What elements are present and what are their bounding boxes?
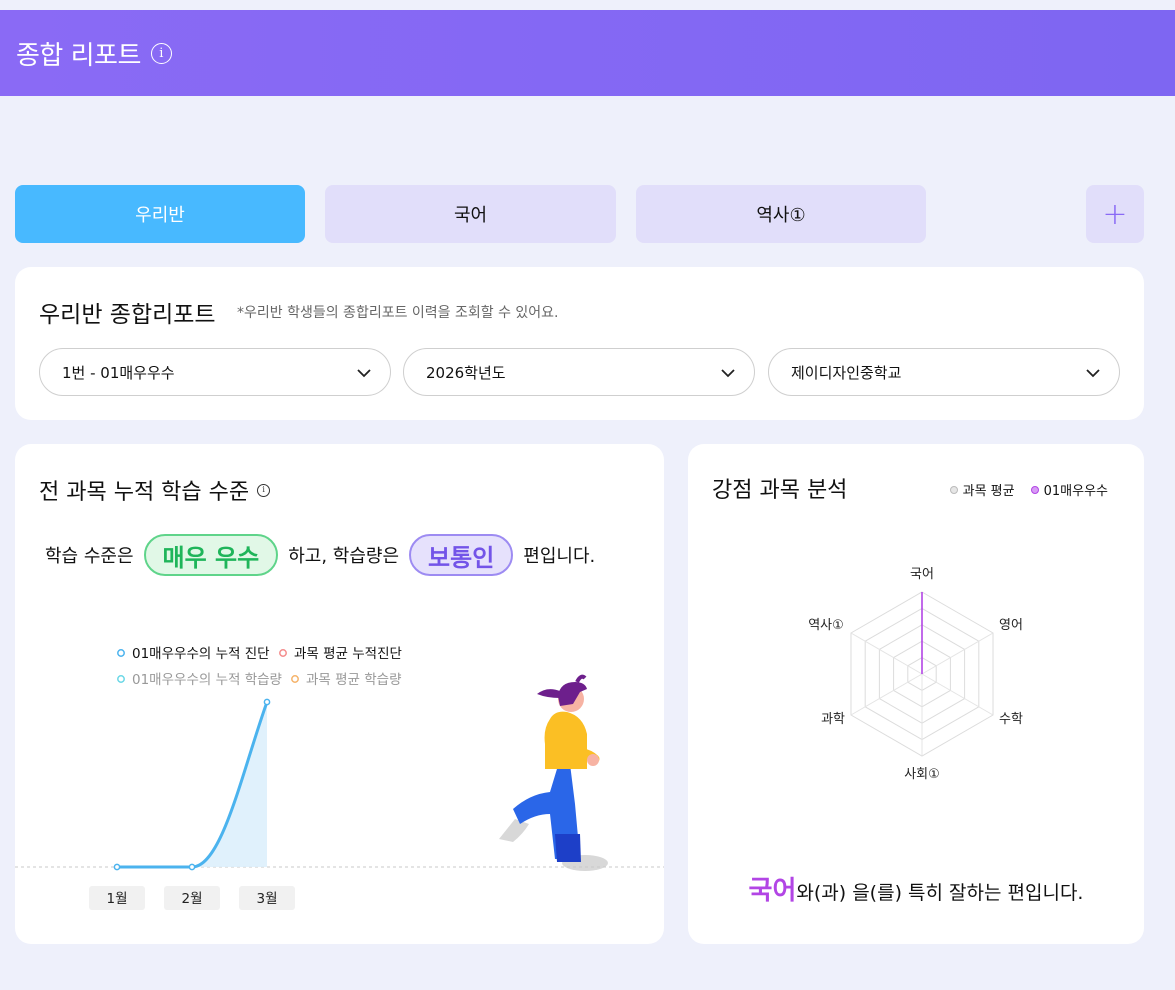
amount-badge: 보통인 xyxy=(409,534,514,576)
legend-marker xyxy=(291,675,299,683)
plus-icon: + xyxy=(1102,196,1128,232)
radar-axis-label: 국어 xyxy=(910,567,934,582)
runner-illustration xyxy=(499,674,608,871)
page-header: 종합 리포트 i xyxy=(0,10,1175,96)
strength-summary-text: 와(과) 을(를) 특히 잘하는 편입니다. xyxy=(796,882,1084,904)
chevron-down-icon xyxy=(357,369,371,378)
learning-level-title: 전 과목 누적 학습 수준 i xyxy=(39,474,271,506)
chevron-down-icon xyxy=(1086,369,1100,378)
tab-korean[interactable]: 국어 xyxy=(325,185,616,243)
x-tick-label: 3월 xyxy=(256,891,277,907)
learning-level-summary: 학습 수준은 매우 우수 하고, 학습량은 보통인 편입니다. xyxy=(45,534,595,576)
school-select-value: 제이디자인중학교 xyxy=(791,363,902,382)
legend-marker xyxy=(117,649,125,657)
summary-prefix: 학습 수준은 xyxy=(45,546,134,567)
x-tick-label: 2월 xyxy=(181,891,202,907)
radar-axis-label: 영어 xyxy=(999,618,1023,633)
cumulative-line-chart: 01매우우수의 누적 진단 과목 평균 누적진단 01매우우수의 누적 학습량 과목 … xyxy=(15,646,664,910)
student-select[interactable]: 1번 - 01매우우수 xyxy=(39,348,391,396)
legend-label: 01매우우수의 누적 진단 xyxy=(132,646,270,662)
add-tab-button[interactable]: + xyxy=(1086,185,1144,243)
legend-dot xyxy=(1030,485,1039,494)
legend-item-student: 01매우우수 xyxy=(1030,480,1108,499)
strength-analysis-card: 강점 과목 분석 과목 평균 01매우우수 국어 영어 수학 사회① 과학 역사① 국어와… xyxy=(688,444,1144,944)
data-point xyxy=(188,863,196,871)
page-title: 종합 리포트 xyxy=(16,40,141,71)
strength-summary: 국어와(과) 을(를) 특히 잘하는 편입니다. xyxy=(688,870,1144,907)
radar-spoke xyxy=(850,673,923,716)
strength-radar-chart: 국어영어수학사회① 과학 역사① xyxy=(808,567,1023,782)
radar-axis-label: 역사① xyxy=(808,618,844,633)
info-icon[interactable]: i xyxy=(257,483,271,497)
radar-legend: 과목 평균 01매우우수 xyxy=(934,480,1108,499)
legend-label: 과목 평균 학습량 xyxy=(306,672,402,688)
legend-marker xyxy=(279,649,287,657)
report-subtitle: *우리반 학생들의 종합리포트 이력을 조회할 수 있어요. xyxy=(237,305,559,321)
info-icon[interactable]: i xyxy=(150,42,172,64)
report-filter-card: 우리반 종합리포트 *우리반 학생들의 종합리포트 이력을 조회할 수 있어요.… xyxy=(15,267,1144,420)
strength-title: 강점 과목 분석 xyxy=(712,478,848,503)
learning-level-title-text: 전 과목 누적 학습 수준 xyxy=(39,480,250,505)
data-point xyxy=(113,863,121,871)
school-select[interactable]: 제이디자인중학교 xyxy=(768,348,1120,396)
tab-our-class[interactable]: 우리반 xyxy=(15,185,305,243)
year-select[interactable]: 2026학년도 xyxy=(403,348,755,396)
student-select-value: 1번 - 01매우우수 xyxy=(62,363,175,382)
summary-suffix: 편입니다. xyxy=(523,546,596,567)
legend-label: 01매우우수 xyxy=(1043,484,1108,499)
strength-subject: 국어 xyxy=(748,876,797,906)
learning-amount-area xyxy=(117,702,267,867)
legend-label: 과목 평균 xyxy=(962,484,1015,499)
year-select-value: 2026학년도 xyxy=(426,363,506,382)
radar-axis-label: 과학 xyxy=(821,712,845,727)
legend-dot xyxy=(949,485,958,494)
data-point xyxy=(263,698,271,706)
legend-label: 01매우우수의 누적 학습량 xyxy=(132,672,282,688)
radar-axis-label: 사회① xyxy=(904,767,940,782)
tab-history[interactable]: 역사① xyxy=(636,185,926,243)
legend-item-average: 과목 평균 xyxy=(949,480,1015,499)
chevron-down-icon xyxy=(721,369,735,378)
report-title: 우리반 종합리포트 xyxy=(39,302,216,328)
level-badge: 매우 우수 xyxy=(143,534,279,576)
radar-spoke xyxy=(921,673,994,716)
learning-level-card: 전 과목 누적 학습 수준 i 학습 수준은 매우 우수 하고, 학습량은 보통… xyxy=(15,444,664,944)
legend-marker xyxy=(117,675,125,683)
legend-label: 과목 평균 누적진단 xyxy=(294,646,402,662)
radar-spoke xyxy=(921,632,994,675)
radar-spoke xyxy=(850,632,923,675)
x-tick-label: 1월 xyxy=(106,891,127,907)
summary-middle: 하고, 학습량은 xyxy=(288,546,400,567)
radar-axis-label: 수학 xyxy=(999,712,1023,727)
